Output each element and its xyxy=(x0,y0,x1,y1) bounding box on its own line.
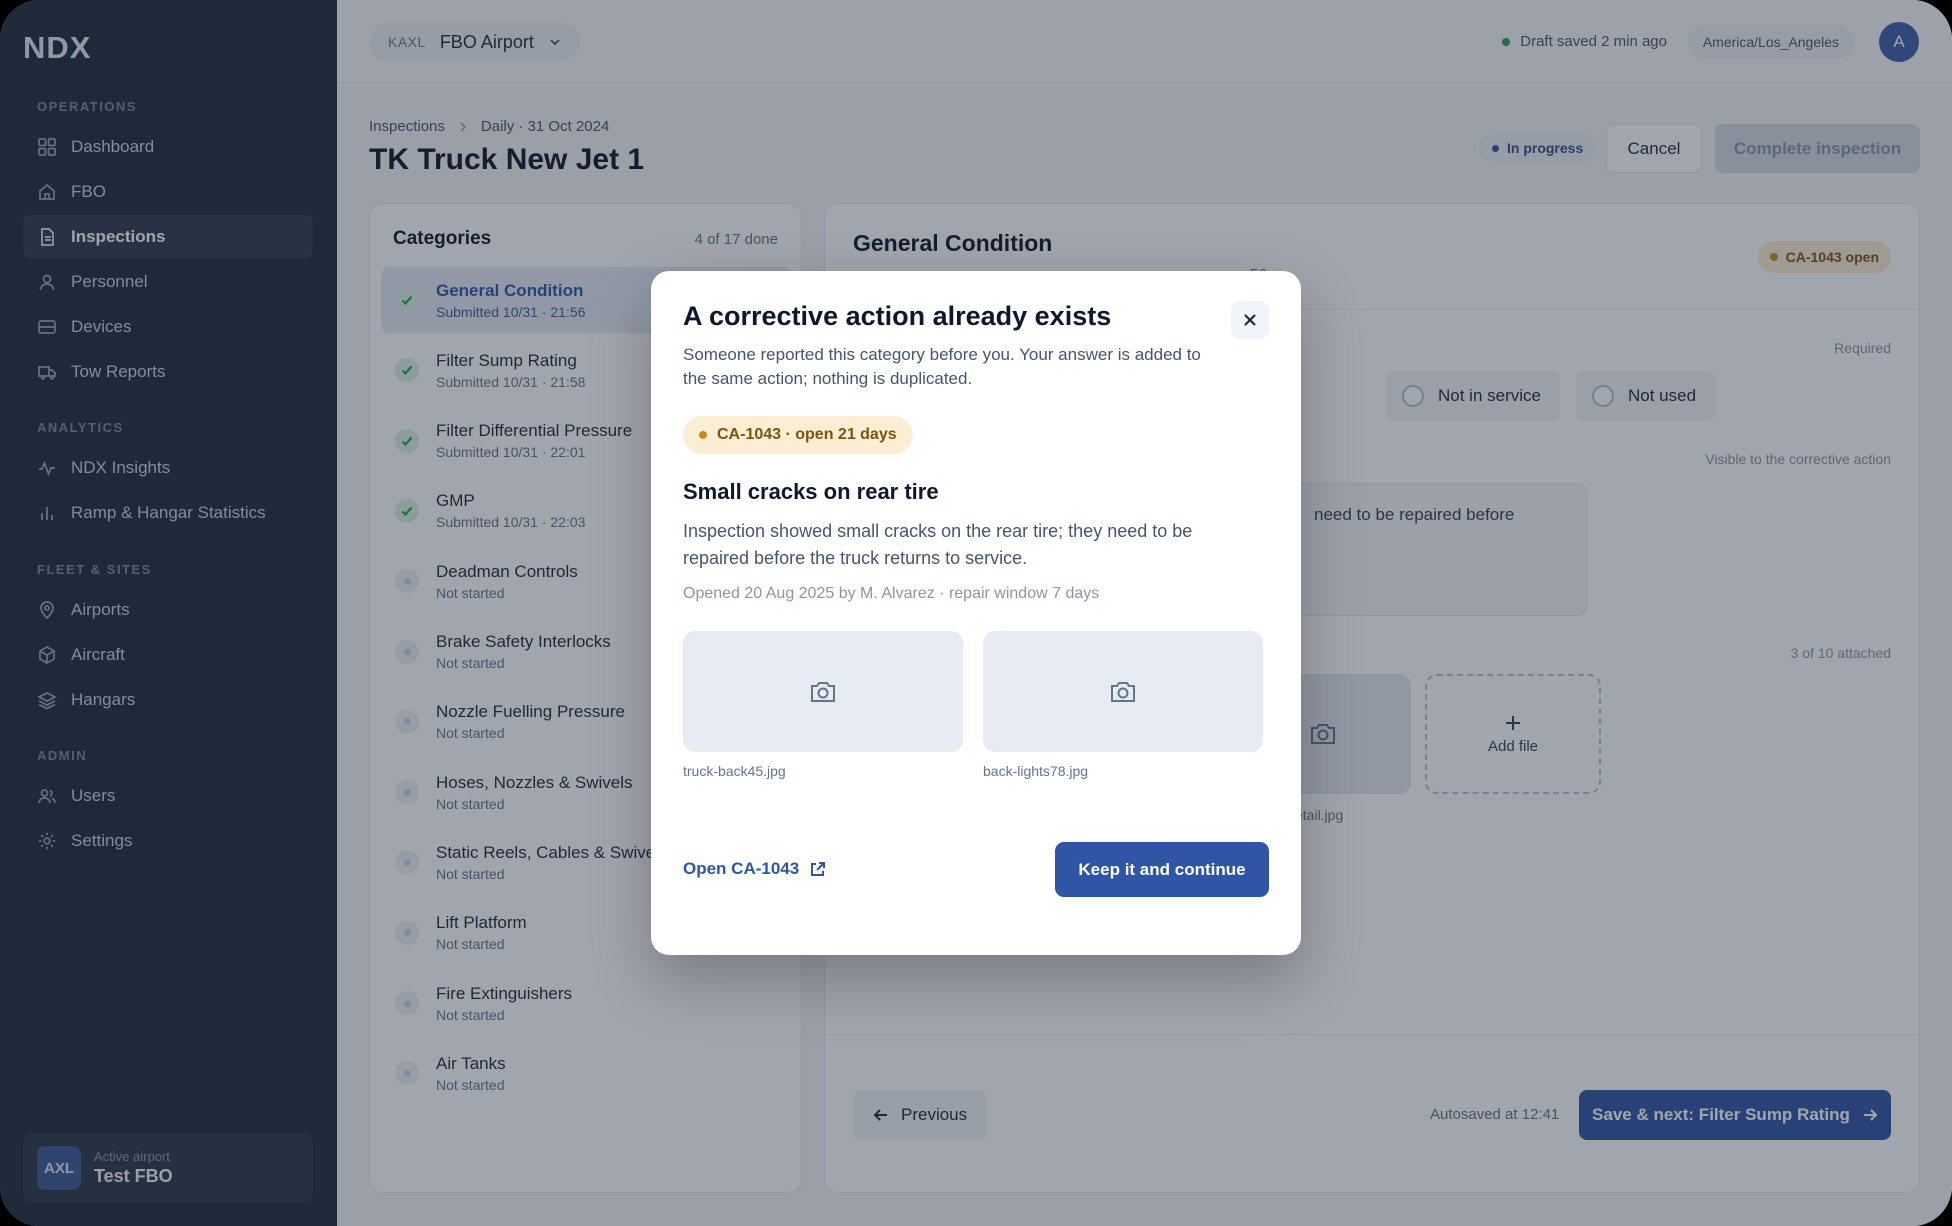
corrective-action-badge: CA-1043 · open 21 days xyxy=(683,416,913,454)
issue-description: Inspection showed small cracks on the re… xyxy=(683,521,1193,568)
open-corrective-action-link[interactable]: Open CA-1043 xyxy=(683,859,826,879)
camera-icon xyxy=(811,681,835,702)
open-link-label: Open CA-1043 xyxy=(683,859,800,878)
close-icon xyxy=(1244,314,1256,326)
app-window: NDX OPERATIONS Dashboard FBO Inspections… xyxy=(0,0,1952,1226)
close-button[interactable] xyxy=(1231,301,1269,339)
photo-name: back-lights78.jpg xyxy=(983,763,1089,779)
issue-title: Small cracks on rear tire xyxy=(683,479,939,504)
modal-description: Someone reported this category before yo… xyxy=(683,345,1201,388)
external-link-icon xyxy=(811,861,826,876)
photo-thumbnail[interactable] xyxy=(983,631,1263,752)
status-dot-icon xyxy=(699,431,707,439)
camera-icon xyxy=(1111,681,1135,702)
modal-badge-text: CA-1043 · open 21 days xyxy=(717,426,897,443)
corrective-action-modal: A corrective action already exists Someo… xyxy=(651,271,1301,955)
keep-and-continue-button[interactable]: Keep it and continue xyxy=(1055,842,1269,897)
modal-title: A corrective action already exists xyxy=(683,301,1112,331)
photo-name: truck-back45.jpg xyxy=(683,763,786,779)
issue-meta: Opened 20 Aug 2025 by M. Alvarez · repai… xyxy=(683,585,1100,602)
photo-thumbnail[interactable] xyxy=(683,631,963,752)
